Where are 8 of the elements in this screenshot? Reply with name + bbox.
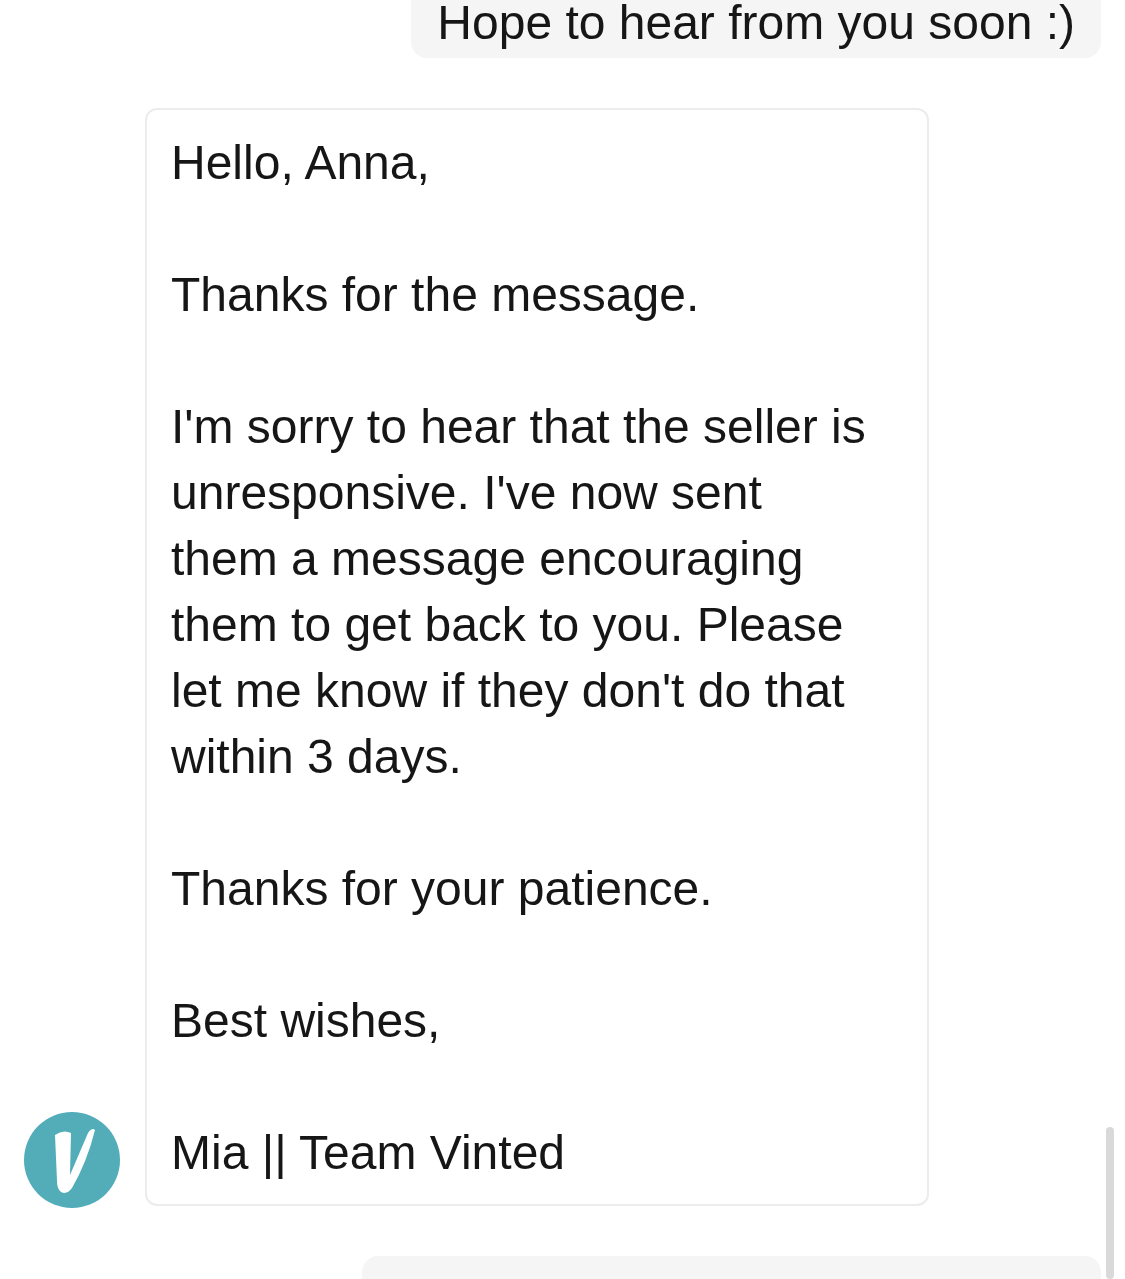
message-paragraph: Thanks for your patience. <box>171 861 714 917</box>
message-paragraph: Best wishes, <box>171 993 442 1049</box>
message-paragraph: I'm sorry to hear that the seller is unresponsive. I've now sent them a message encouraging them to get back to you. Please let me know if they don't do that within 3 days. <box>171 399 867 785</box>
message-paragraph: Mia || Team Vinted <box>171 1125 567 1181</box>
message-paragraph: Thanks for the message. <box>171 267 701 323</box>
message-paragraph: Hello, Anna, <box>171 135 431 191</box>
scrollbar-thumb[interactable] <box>1106 1127 1114 1279</box>
avatar-icon <box>24 1112 120 1208</box>
